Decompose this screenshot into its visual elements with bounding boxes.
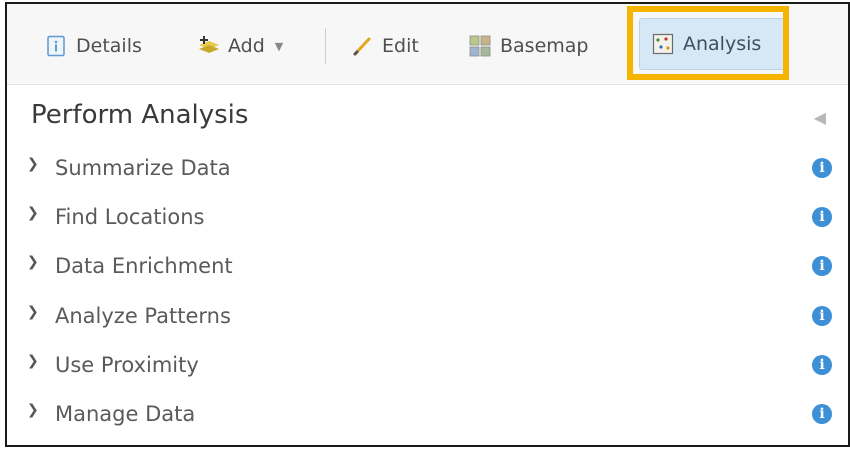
info-icon[interactable]: i (812, 404, 832, 424)
chevron-right-icon: ❯ (27, 156, 39, 172)
add-layer-icon (197, 35, 219, 57)
category-label: Summarize Data (55, 156, 231, 180)
category-label: Analyze Patterns (55, 304, 231, 328)
category-label: Manage Data (55, 402, 196, 426)
chevron-right-icon: ❯ (27, 353, 39, 369)
details-label: Details (76, 35, 142, 57)
category-find-locations[interactable]: ❯ Find Locations i (7, 195, 848, 239)
category-analyze-patterns[interactable]: ❯ Analyze Patterns i (7, 294, 848, 338)
category-use-proximity[interactable]: ❯ Use Proximity i (7, 343, 848, 387)
add-button[interactable]: Add ▼ (197, 28, 283, 64)
category-data-enrichment[interactable]: ❯ Data Enrichment i (7, 244, 848, 288)
chevron-right-icon: ❯ (27, 205, 39, 221)
basemap-gallery-icon (469, 35, 491, 57)
category-label: Data Enrichment (55, 254, 233, 278)
info-icon[interactable]: i (812, 158, 832, 178)
category-summarize-data[interactable]: ❯ Summarize Data i (7, 146, 848, 190)
edit-label: Edit (382, 35, 419, 57)
chevron-right-icon: ❯ (27, 402, 39, 418)
basemap-label: Basemap (500, 35, 589, 57)
chevron-down-icon: ▼ (274, 39, 284, 53)
collapse-panel-icon[interactable]: ◀ (814, 108, 826, 127)
chevron-right-icon: ❯ (27, 304, 39, 320)
map-viewer-frame: Details Add ▼ Edit Basemap Analysis Perf… (5, 2, 850, 447)
info-icon[interactable]: i (812, 256, 832, 276)
details-button[interactable]: Details (45, 28, 142, 64)
info-icon[interactable]: i (812, 207, 832, 227)
category-manage-data[interactable]: ❯ Manage Data i (7, 392, 848, 436)
panel-title: Perform Analysis (31, 100, 249, 130)
details-icon (45, 35, 67, 57)
category-label: Use Proximity (55, 353, 199, 377)
toolbar: Details Add ▼ Edit Basemap Analysis (7, 4, 848, 85)
toolbar-divider (325, 28, 326, 64)
info-icon[interactable]: i (812, 306, 832, 326)
add-label: Add (228, 35, 265, 57)
edit-button[interactable]: Edit (351, 28, 419, 64)
chevron-right-icon: ❯ (27, 254, 39, 270)
info-icon[interactable]: i (812, 355, 832, 375)
pencil-icon (351, 35, 373, 57)
category-label: Find Locations (55, 205, 205, 229)
analysis-highlight-box (627, 6, 789, 80)
basemap-button[interactable]: Basemap (469, 28, 588, 64)
